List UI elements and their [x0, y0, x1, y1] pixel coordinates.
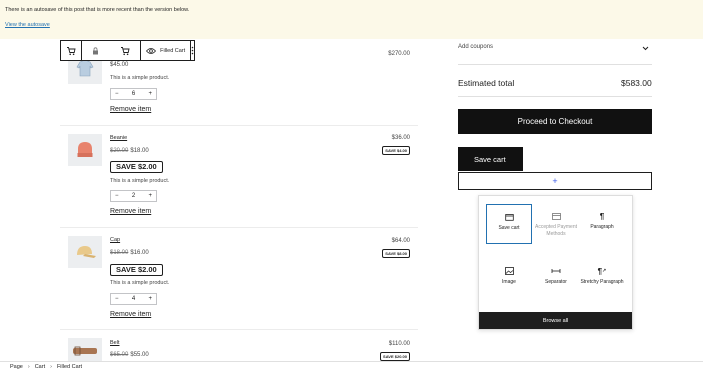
- belt-image: [73, 346, 97, 356]
- cart-item-row: Cap $18.00 $16.00 SAVE $2.00 This is a si…: [60, 228, 418, 330]
- lock-icon: [93, 46, 99, 54]
- quantity-increase-button[interactable]: +: [148, 91, 152, 97]
- product-price: $65.00 $55.00: [110, 352, 149, 358]
- original-price: $20.00: [110, 148, 129, 154]
- product-description: This is a simple product.: [110, 178, 170, 184]
- inserter-item-payment-methods[interactable]: Accepted Payment Methods: [533, 204, 579, 244]
- estimated-total-label: Estimated total: [458, 78, 515, 88]
- product-name-link[interactable]: Cap: [110, 237, 120, 243]
- block-type-button[interactable]: [61, 41, 83, 60]
- quantity-value[interactable]: 6: [132, 91, 135, 97]
- eye-icon: [146, 47, 157, 54]
- inserter-item-label: Accepted Payment Methods: [535, 224, 577, 237]
- view-label: Filled Cart: [160, 47, 186, 54]
- browse-all-button[interactable]: Browse all: [479, 312, 632, 329]
- product-name-link[interactable]: Beanie: [110, 135, 127, 141]
- block-appender-button[interactable]: +: [458, 172, 652, 190]
- product-description: This is a simple product.: [110, 280, 170, 286]
- product-price: $45.00: [110, 62, 129, 68]
- remove-item-link[interactable]: Remove item: [110, 311, 151, 318]
- line-save-badge: SAVE $8.00: [382, 249, 410, 258]
- more-vertical-icon: [191, 46, 194, 55]
- line-save-badge: SAVE $4.00: [382, 146, 410, 155]
- lock-button[interactable]: [82, 41, 142, 60]
- save-badge: SAVE $2.00: [110, 264, 163, 276]
- payment-card-icon: [533, 210, 579, 222]
- inserter-item-save-cart[interactable]: Save cart: [486, 204, 532, 244]
- breadcrumb-item-filled-cart[interactable]: Filled Cart: [57, 364, 82, 370]
- sale-price: $55.00: [130, 352, 149, 358]
- product-thumbnail: [68, 338, 102, 361]
- line-total: $36.00: [391, 135, 410, 141]
- product-price: $20.00 $18.00: [110, 148, 149, 154]
- beanie-image: [77, 142, 93, 157]
- breadcrumb: Page › Cart › Filled Cart: [0, 361, 703, 371]
- product-name-link[interactable]: Belt: [110, 340, 119, 346]
- remove-item-link[interactable]: Remove item: [110, 106, 151, 113]
- original-price: $18.00: [110, 250, 129, 256]
- product-price: $18.00 $16.00: [110, 250, 149, 256]
- estimated-total-value: $583.00: [621, 78, 652, 88]
- inserter-item-label: Separator: [545, 279, 567, 285]
- quantity-value[interactable]: 2: [132, 193, 135, 199]
- save-badge: SAVE $2.00: [110, 161, 163, 173]
- quantity-stepper[interactable]: − 2 +: [110, 190, 157, 202]
- more-options-button[interactable]: [191, 41, 194, 60]
- product-description: This is a simple product.: [110, 75, 170, 81]
- line-total: $110.00: [388, 341, 410, 347]
- inserter-item-separator[interactable]: Separator: [533, 259, 579, 299]
- divider: [458, 64, 652, 65]
- quantity-stepper[interactable]: − 6 +: [110, 88, 157, 100]
- paragraph-icon: ¶: [599, 211, 605, 221]
- inserter-item-stretchy-paragraph[interactable]: ¶ ↗ Stretchy Paragraph: [579, 259, 625, 299]
- quantity-value[interactable]: 4: [132, 296, 135, 302]
- proceed-to-checkout-button[interactable]: Proceed to Checkout: [458, 109, 652, 134]
- inserter-item-image[interactable]: Image: [486, 259, 532, 299]
- stretchy-paragraph-icon: ¶ ↗: [597, 266, 607, 276]
- chevron-right-icon: ›: [50, 363, 52, 370]
- quantity-increase-button[interactable]: +: [148, 193, 152, 199]
- inserter-item-paragraph[interactable]: ¶ Paragraph: [579, 204, 625, 244]
- block-toolbar: Filled Cart: [60, 40, 195, 61]
- chevron-down-icon: [642, 46, 649, 51]
- autosave-notice: There is an autosave of this post that i…: [0, 0, 703, 39]
- line-save-badge: SAVE $20.00: [380, 352, 410, 361]
- divider: [458, 96, 652, 97]
- breadcrumb-item-cart[interactable]: Cart: [35, 364, 45, 370]
- save-cart-button[interactable]: Save cart: [458, 147, 523, 171]
- add-coupons-label: Add coupons: [458, 44, 494, 50]
- product-thumbnail: [68, 236, 102, 268]
- quantity-decrease-button[interactable]: −: [115, 193, 119, 199]
- inserter-item-label: Paragraph: [590, 224, 614, 230]
- chevron-right-icon: ›: [27, 363, 30, 370]
- quantity-stepper[interactable]: − 4 +: [110, 293, 157, 305]
- image-icon: [486, 265, 532, 277]
- separator-icon: [533, 265, 579, 277]
- quantity-decrease-button[interactable]: −: [115, 296, 119, 302]
- quantity-increase-button[interactable]: +: [148, 296, 152, 302]
- breadcrumb-item-page[interactable]: Page: [10, 364, 23, 370]
- cap-image: [77, 246, 96, 258]
- cart-item-row: Belt $65.00 $55.00 $110.00 SAVE $20.00: [60, 330, 418, 361]
- line-total: $64.00: [391, 238, 410, 244]
- view-autosave-link[interactable]: View the autosave: [5, 22, 50, 28]
- inserter-item-label: Image: [502, 279, 516, 285]
- quantity-decrease-button[interactable]: −: [115, 91, 119, 97]
- autosave-notice-text: There is an autosave of this post that i…: [5, 7, 190, 13]
- block-inserter-popover: Save cart Accepted Payment Methods ¶ Par…: [478, 195, 633, 330]
- view-switcher-button[interactable]: Filled Cart: [141, 41, 191, 60]
- cart-icon: [120, 46, 130, 55]
- cart-item-row: Beanie $20.00 $18.00 SAVE $2.00 This is a…: [60, 126, 418, 228]
- remove-item-link[interactable]: Remove item: [110, 208, 151, 215]
- add-coupons-toggle[interactable]: Add coupons: [458, 44, 652, 51]
- line-total: $270.00: [388, 51, 410, 57]
- sale-price: $16.00: [130, 250, 149, 256]
- inserter-item-label: Save cart: [498, 225, 520, 231]
- sale-price: $18.00: [130, 148, 149, 154]
- cart-icon: [67, 46, 76, 55]
- save-cart-icon: [487, 211, 531, 223]
- inserter-item-label: Stretchy Paragraph: [580, 279, 624, 285]
- original-price: $65.00: [110, 352, 129, 358]
- product-thumbnail: [68, 134, 102, 166]
